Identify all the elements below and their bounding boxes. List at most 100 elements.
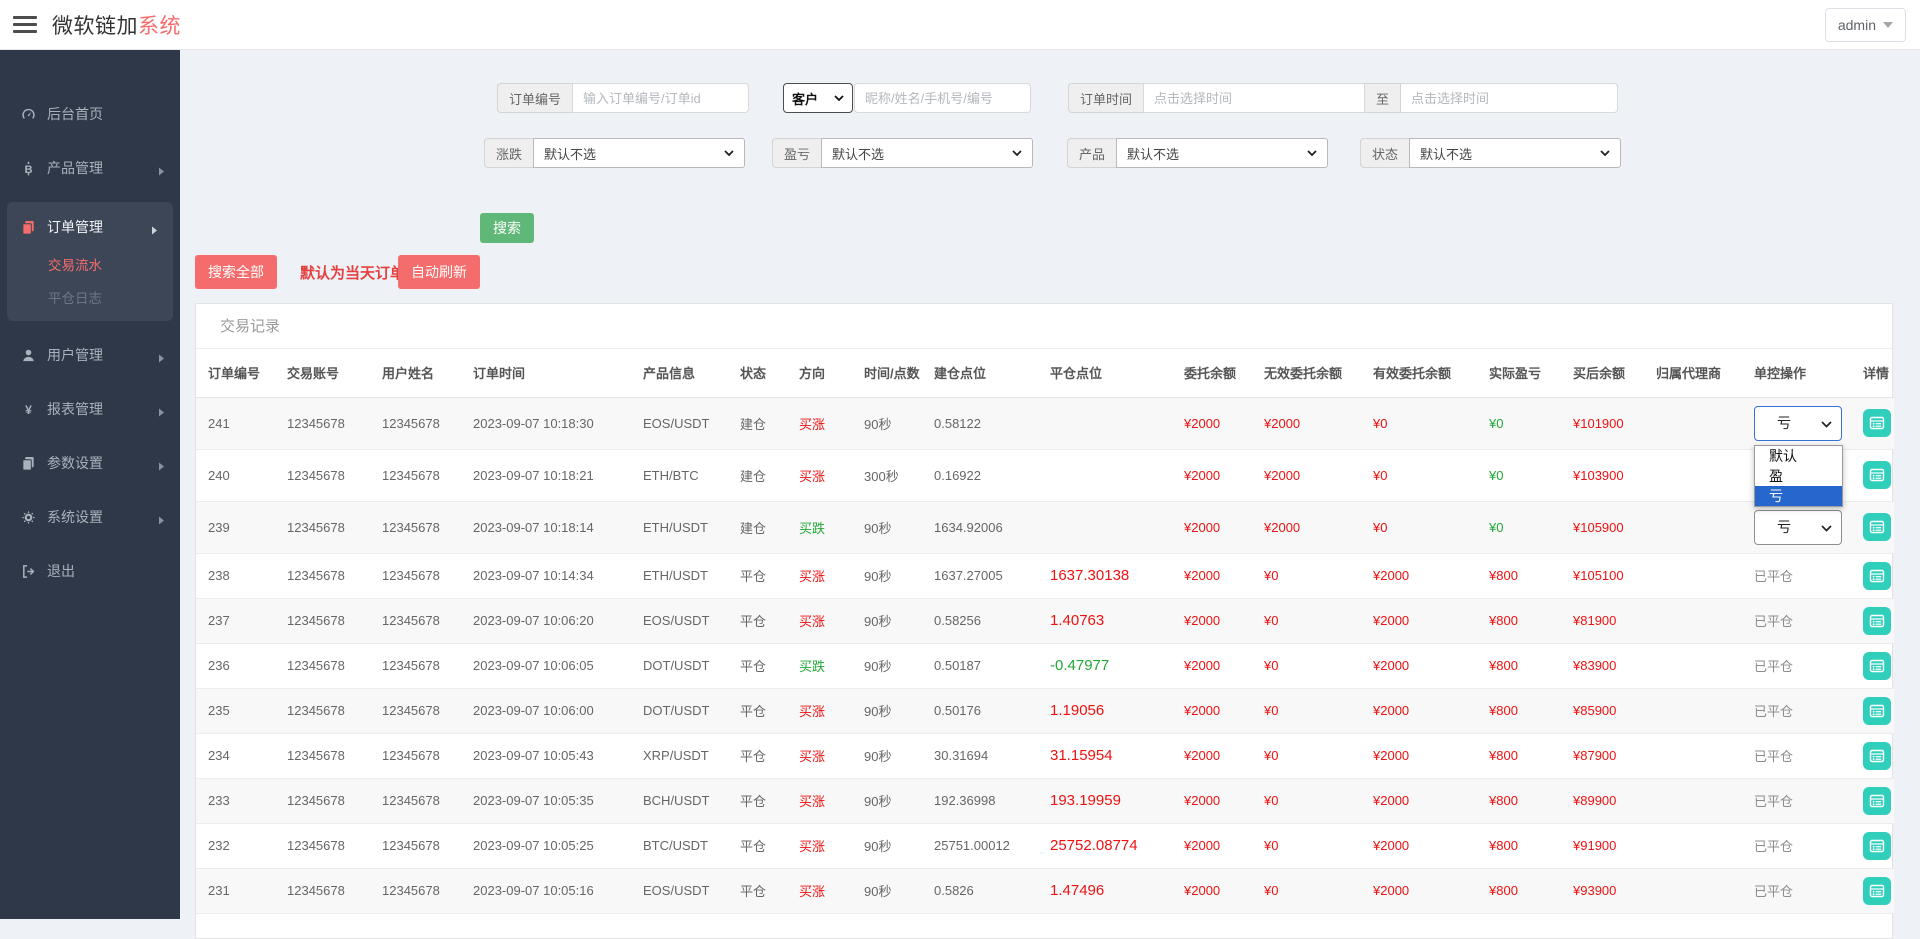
detail-button[interactable] [1863,461,1891,489]
copy-pages-icon [21,456,36,471]
cell-valid-entrust: ¥2000 [1373,598,1489,643]
col-close-point: 平仓点位 [1050,349,1184,397]
order-no-label: 订单编号 [497,83,572,113]
search-all-button[interactable]: 搜索全部 [195,255,277,289]
closed-status-label: 已平仓 [1754,884,1793,899]
cell-close-point: 31.15954 [1050,733,1184,778]
detail-button[interactable] [1863,562,1891,590]
cell-status: 建仓 [740,501,799,553]
table-row: 23212345678123456782023-09-07 10:05:25BT… [196,823,1894,868]
trade-records-table: 订单编号 交易账号 用户姓名 订单时间 产品信息 状态 方向 时间/点数 建仓点… [196,349,1894,914]
table-header-row: 订单编号 交易账号 用户姓名 订单时间 产品信息 状态 方向 时间/点数 建仓点… [196,349,1894,397]
detail-button[interactable] [1863,787,1891,815]
cell-username: 12345678 [382,501,473,553]
sidebar-item-users[interactable]: 用户管理 [0,335,180,375]
customer-input[interactable] [854,83,1031,113]
sidebar-item-home[interactable]: 后台首页 [0,94,180,134]
cell-agent [1656,598,1754,643]
search-button[interactable]: 搜索 [480,213,534,243]
product-select[interactable]: 默认不选 [1116,138,1328,168]
cell-account: 12345678 [287,449,382,501]
cell-duration: 90秒 [864,688,934,733]
detail-form-icon [1869,613,1885,629]
sidebar-item-logout[interactable]: 退出 [0,551,180,591]
detail-form-icon [1869,883,1885,899]
cell-direction: 买涨 [799,397,864,449]
detail-button[interactable] [1863,409,1891,437]
cell-duration: 90秒 [864,868,934,913]
cell-account: 12345678 [287,553,382,598]
sidebar-item-trade-flow[interactable]: 交易流水 [7,247,173,280]
auto-refresh-button[interactable]: 自动刷新 [398,255,480,289]
detail-button[interactable] [1863,652,1891,680]
cell-duration: 90秒 [864,778,934,823]
admin-dropdown[interactable]: admin [1825,8,1906,42]
cell-actual-profit: ¥800 [1489,868,1573,913]
profit-select[interactable]: 默认不选 [821,138,1033,168]
chevron-right-icon [158,458,165,474]
sidebar-item-reports[interactable]: ¥ 报表管理 [0,389,180,429]
detail-form-icon [1869,703,1885,719]
cell-open-point: 0.50187 [934,643,1050,688]
cell-order-time: 2023-09-07 10:18:30 [473,397,643,449]
sidebar-item-params[interactable]: 参数设置 [0,443,180,483]
cell-order-time: 2023-09-07 10:06:05 [473,643,643,688]
closed-status-label: 已平仓 [1754,794,1793,809]
to-label: 至 [1365,83,1401,113]
cell-detail [1863,553,1894,598]
single-control-select[interactable]: 亏 [1754,406,1842,441]
detail-button[interactable] [1863,697,1891,725]
cell-entrust: ¥2000 [1184,733,1264,778]
sidebar-item-system[interactable]: 系统设置 [0,497,180,537]
cell-entrust: ¥2000 [1184,778,1264,823]
cell-direction: 买涨 [799,823,864,868]
detail-button[interactable] [1863,832,1891,860]
dropdown-option[interactable]: 盈 [1755,466,1842,486]
cell-close-point: 1.40763 [1050,598,1184,643]
sidebar-item-orders[interactable]: 订单管理 [7,207,173,247]
dropdown-option[interactable]: 默认 [1755,446,1842,466]
cell-account: 12345678 [287,778,382,823]
cell-invalid-entrust: ¥0 [1264,823,1373,868]
cell-status: 平仓 [740,868,799,913]
detail-button[interactable] [1863,513,1891,541]
cell-entrust: ¥2000 [1184,501,1264,553]
order-no-input[interactable] [572,83,749,113]
single-control-select[interactable]: 亏 [1754,510,1842,545]
detail-button[interactable] [1863,742,1891,770]
cell-entrust: ¥2000 [1184,598,1264,643]
cell-close-point [1050,449,1184,501]
cell-actual-profit: ¥800 [1489,553,1573,598]
cell-control: 已平仓 [1754,868,1863,913]
sidebar-item-product[interactable]: B 产品管理 [0,148,180,188]
cell-duration: 90秒 [864,501,934,553]
cell-agent [1656,823,1754,868]
status-select[interactable]: 默认不选 [1409,138,1621,168]
card-title: 交易记录 [196,304,1892,349]
cell-agent [1656,868,1754,913]
user-icon [21,348,36,363]
sidebar-item-close-log[interactable]: 平仓日志 [7,280,173,313]
customer-type-select[interactable]: 客户 [783,83,853,113]
hamburger-menu-icon[interactable] [13,12,37,37]
updown-select[interactable]: 默认不选 [533,138,745,168]
cell-order-id: 237 [196,598,287,643]
svg-text:¥: ¥ [25,403,32,417]
cell-product: DOT/USDT [643,688,740,733]
cell-status: 建仓 [740,397,799,449]
detail-button[interactable] [1863,607,1891,635]
bitcoin-icon: B [21,161,36,176]
col-account: 交易账号 [287,349,382,397]
detail-button[interactable] [1863,877,1891,905]
col-username: 用户姓名 [382,349,473,397]
dropdown-option[interactable]: 亏 [1755,486,1842,506]
sidebar-subitem-label: 平仓日志 [48,287,102,307]
cell-actual-profit: ¥800 [1489,823,1573,868]
time-from-input[interactable] [1143,83,1365,113]
cell-duration: 90秒 [864,733,934,778]
table-row: 23812345678123456782023-09-07 10:14:34ET… [196,553,1894,598]
cell-close-point: 1.19056 [1050,688,1184,733]
closed-status-label: 已平仓 [1754,749,1793,764]
cell-close-point: 1.47496 [1050,868,1184,913]
time-to-input[interactable] [1401,83,1618,113]
